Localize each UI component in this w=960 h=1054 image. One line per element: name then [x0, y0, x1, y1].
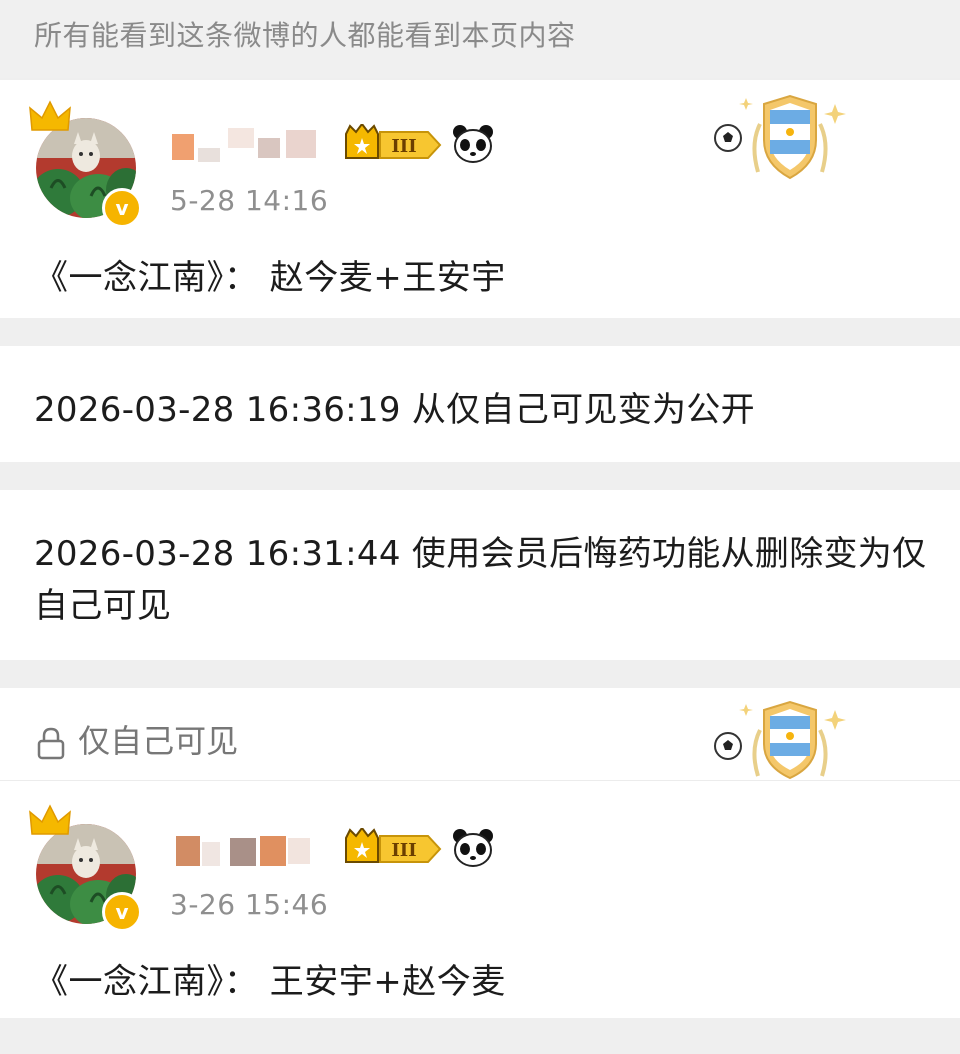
username-blurred[interactable] [168, 124, 333, 164]
member-level-badge-icon[interactable]: III [342, 828, 444, 866]
svg-text:III: III [391, 840, 416, 861]
edit-history-entry: 2026-03-28 16:31:44 使用会员后悔药功能从删除变为仅自己可见 [0, 490, 960, 660]
post-timestamp[interactable]: 5-28 14:16 [170, 184, 328, 217]
argentina-shield-decoration-icon [714, 94, 846, 180]
edit-history-text: 2026-03-28 16:36:19 从仅自己可见变为公开 [34, 390, 755, 430]
crown-icon [29, 100, 71, 131]
divider [0, 780, 960, 781]
visibility-notice: 所有能看到这条微博的人都能看到本页内容 [34, 19, 576, 52]
post-content[interactable]: 《一念江南》： 赵今麦+王安宇 [34, 250, 506, 299]
visibility-status: 仅自己可见 [34, 716, 238, 762]
svg-text:III: III [391, 136, 416, 157]
panda-icon [453, 125, 493, 163]
post-card-current[interactable]: v III 5-28 14:16 《一念江南》： 赵今麦+王安宇 [0, 80, 960, 318]
post-card-original[interactable]: 仅自己可见 v III 3-26 15:46 《一念江南》： 王安宇+赵今麦 [0, 688, 960, 1018]
argentina-shield-decoration-icon [714, 700, 846, 780]
member-level-badge-icon[interactable]: III [342, 124, 444, 162]
username-blurred[interactable] [168, 828, 333, 868]
crown-icon [29, 804, 71, 835]
edit-history-entry: 2026-03-28 16:36:19 从仅自己可见变为公开 [0, 346, 960, 462]
post-content[interactable]: 《一念江南》： 王安宇+赵今麦 [34, 954, 506, 1003]
verified-badge-icon: v [102, 188, 142, 228]
visibility-label: 仅自己可见 [78, 722, 239, 760]
lock-icon [37, 727, 65, 760]
panda-icon [453, 829, 493, 867]
visibility-notice-bar: 所有能看到这条微博的人都能看到本页内容 [0, 0, 960, 78]
verified-badge-icon: v [102, 892, 142, 932]
post-timestamp[interactable]: 3-26 15:46 [170, 888, 328, 921]
edit-history-text: 2026-03-28 16:31:44 使用会员后悔药功能从删除变为仅自己可见 [34, 534, 927, 626]
